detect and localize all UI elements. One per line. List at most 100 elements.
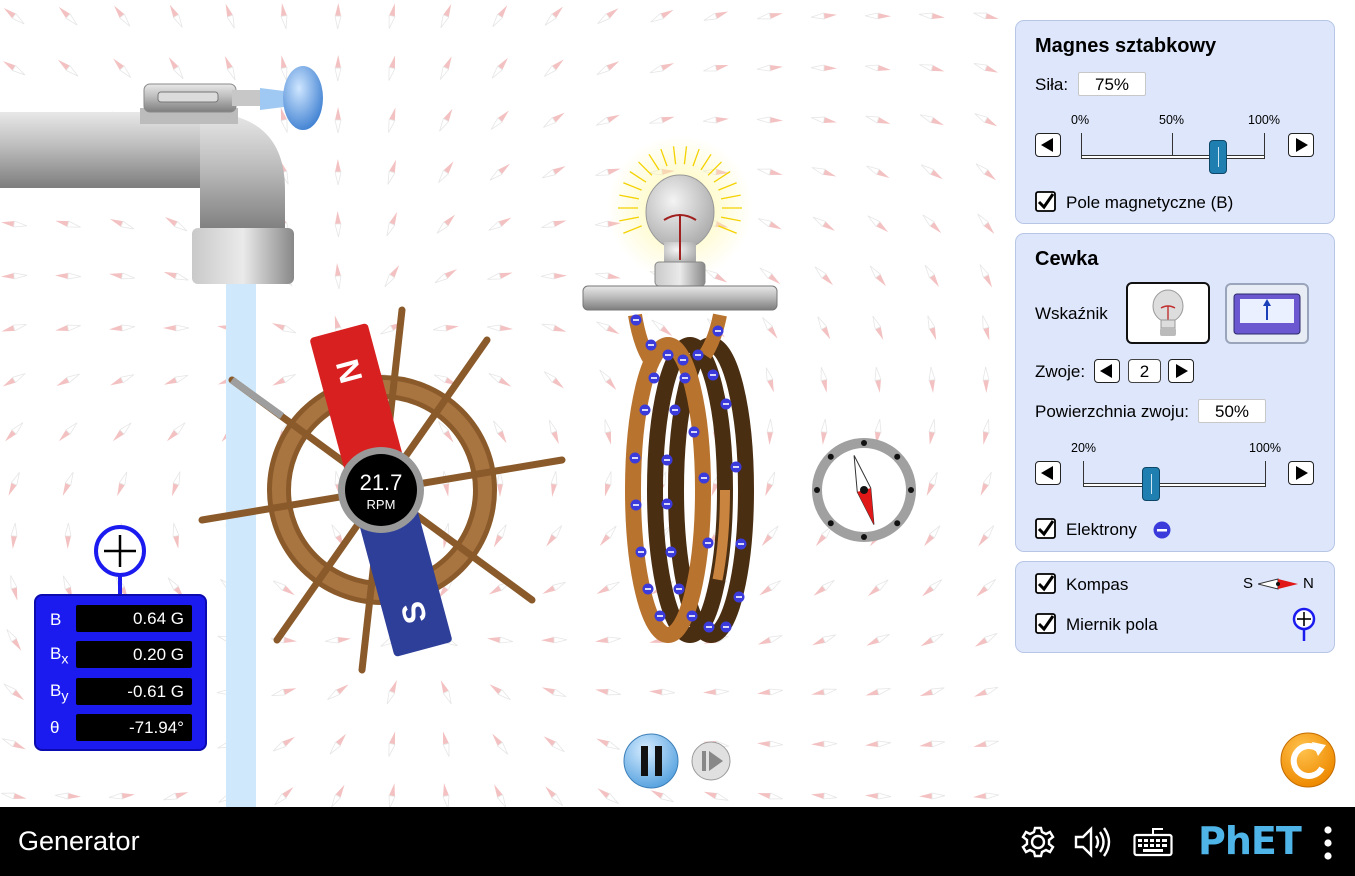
coil — [625, 313, 754, 643]
field-needle — [334, 159, 342, 186]
reset-all-button[interactable] — [1280, 732, 1336, 788]
compass-checkbox[interactable] — [1035, 573, 1056, 594]
field-needle — [542, 166, 566, 179]
field-needle — [649, 688, 676, 696]
field-needle — [817, 316, 831, 340]
coil-panel: Cewka Wskaźnik Zwoje: 2 Powierzchnia zwo… — [1015, 233, 1335, 552]
field-meter-readout[interactable]: B 0.64 G Bx 0.20 G By -0.61 G θ -71.94° — [34, 594, 207, 751]
field-needle — [811, 116, 837, 124]
area-increase-button[interactable] — [1288, 461, 1314, 485]
field-needle — [491, 57, 508, 79]
area-slider-thumb[interactable] — [1142, 467, 1161, 501]
field-needle — [169, 4, 183, 28]
field-needle — [439, 56, 452, 80]
show-field-checkbox[interactable] — [1035, 191, 1056, 212]
keyboard-icon[interactable] — [1133, 827, 1173, 857]
field-needle — [596, 738, 621, 750]
field-needle — [865, 792, 892, 800]
field-needle — [865, 688, 891, 696]
field-needle — [442, 731, 450, 757]
field-needle — [541, 687, 567, 698]
sound-icon[interactable] — [1073, 825, 1113, 859]
field-needle — [596, 581, 620, 595]
field-needle — [920, 633, 944, 647]
field-needle — [434, 269, 458, 284]
field-meter-label: Miernik pola — [1066, 615, 1158, 634]
field-needle — [110, 374, 135, 386]
loops-decrease-button[interactable] — [1094, 359, 1120, 383]
field-meter-checkbox[interactable] — [1035, 613, 1056, 634]
field-needle — [599, 369, 617, 391]
strength-slider-track[interactable] — [1081, 155, 1265, 159]
field-needle — [596, 61, 620, 76]
field-needle — [271, 323, 297, 334]
field-needle — [439, 108, 453, 132]
field-needle — [820, 367, 828, 393]
field-needle — [225, 3, 235, 29]
field-needle — [487, 272, 513, 280]
indicator-voltmeter-button[interactable] — [1225, 283, 1309, 344]
lightbulb-icon — [1152, 289, 1184, 336]
field-needle — [756, 64, 783, 72]
light-bulb — [582, 136, 778, 311]
field-needle — [388, 55, 396, 81]
step-button[interactable] — [691, 741, 731, 781]
more-vertical-icon[interactable] — [1323, 825, 1333, 861]
electrons-checkbox[interactable] — [1035, 518, 1056, 539]
field-needle — [866, 633, 890, 646]
strength-slider-thumb[interactable] — [1209, 140, 1228, 174]
field-needle — [440, 680, 452, 705]
faucet — [0, 66, 323, 284]
field-needle — [331, 784, 345, 807]
field-needle — [272, 736, 295, 752]
field-needle — [493, 420, 507, 444]
loops-increase-button[interactable] — [1168, 359, 1194, 383]
field-needle — [650, 790, 674, 803]
field-needle — [327, 684, 349, 700]
field-meter-probe[interactable] — [94, 525, 146, 596]
area-decrease-button[interactable] — [1035, 461, 1061, 485]
field-needle — [55, 324, 81, 332]
field-needle — [813, 579, 835, 596]
field-needle — [55, 272, 82, 280]
field-needle — [974, 113, 998, 127]
field-needle — [926, 471, 938, 496]
field-needle — [757, 218, 782, 230]
field-needle — [545, 786, 564, 806]
field-needle — [977, 213, 995, 234]
strength-decrease-button[interactable] — [1035, 133, 1061, 157]
field-needle — [494, 784, 507, 807]
field-needle — [432, 324, 459, 332]
field-needle — [57, 59, 79, 77]
field-needle — [973, 686, 999, 697]
field-needle — [922, 579, 943, 597]
field-needle — [3, 7, 25, 25]
compass[interactable] — [812, 438, 916, 542]
field-needle — [703, 11, 729, 21]
area-tick-100: 100% — [1249, 441, 1281, 455]
field-needle — [864, 12, 891, 20]
simulation-scene: N S 21.7 RPM B 0.64 G Bx 0.20 G By -0.61… — [0, 0, 1355, 807]
field-needle — [973, 740, 999, 748]
field-needle — [919, 64, 945, 72]
phet-logo[interactable]: PhET — [1198, 819, 1302, 865]
meter-by-label: By — [50, 681, 69, 705]
field-needle — [334, 263, 342, 290]
field-needle — [486, 324, 513, 332]
strength-tick-50: 50% — [1159, 113, 1185, 127]
settings-gear-icon[interactable] — [1021, 825, 1055, 859]
strength-increase-button[interactable] — [1288, 133, 1314, 157]
meter-b-label: B — [50, 610, 62, 629]
field-needle — [2, 373, 26, 387]
field-needle — [108, 792, 135, 800]
field-needle — [172, 523, 180, 549]
field-needle — [595, 688, 621, 696]
area-slider-track[interactable] — [1083, 483, 1266, 487]
field-needle — [703, 688, 730, 696]
field-needle — [58, 422, 78, 442]
pause-button[interactable] — [623, 733, 679, 789]
field-needle — [982, 366, 990, 393]
field-needle — [171, 471, 181, 497]
field-needle — [604, 419, 612, 445]
indicator-lightbulb-button[interactable] — [1126, 282, 1210, 344]
